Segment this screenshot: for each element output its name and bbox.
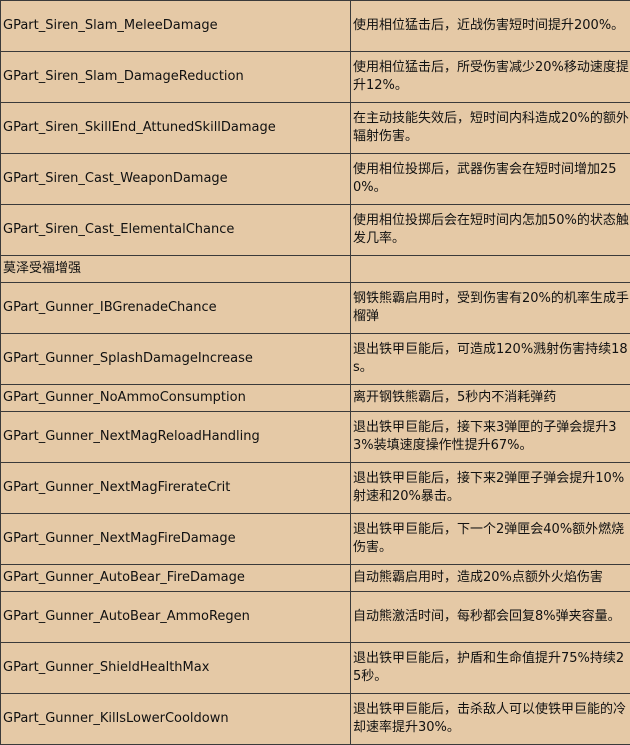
perk-description: 退出铁甲巨能后，接下来3弹匣的子弹会提升33%装填速度操作性提升67%。 — [351, 412, 630, 463]
perk-description: 退出铁甲巨能后，护盾和生命值提升75%持续25秒。 — [351, 643, 630, 694]
table-row: GPart_Gunner_AutoBear_FireDamage 自动熊霸启用时… — [1, 565, 630, 592]
perk-description: 离开钢铁熊霸后，5秒内不消耗弹药 — [351, 385, 630, 412]
perk-description: 退出铁甲巨能后，击杀敌人可以使铁甲巨能的冷却速率提升30%。 — [351, 694, 630, 745]
section-title: 莫泽受福增强 — [1, 256, 351, 283]
perk-key: GPart_Gunner_NextMagFireDamage — [1, 514, 351, 565]
table-row: GPart_Gunner_ShieldHealthMax 退出铁甲巨能后，护盾和… — [1, 643, 630, 694]
table-row: GPart_Siren_Cast_ElementalChance 使用相位投掷后… — [1, 205, 630, 256]
perk-key: GPart_Gunner_KillsLowerCooldown — [1, 694, 351, 745]
perk-key: GPart_Gunner_NextMagFirerateCrit — [1, 463, 351, 514]
table-row: GPart_Siren_Slam_MeleeDamage 使用相位猛击后，近战伤… — [1, 1, 630, 52]
perk-description: 使用相位投掷后会在短时间内怎加50%的状态触发几率。 — [351, 205, 630, 256]
perk-key: GPart_Gunner_SplashDamageIncrease — [1, 334, 351, 385]
perk-key: GPart_Siren_SkillEnd_AttunedSkillDamage — [1, 103, 351, 154]
perk-description: 使用相位投掷后，武器伤害会在短时间增加250%。 — [351, 154, 630, 205]
perk-description: 退出铁甲巨能后，下一个2弹匣会40%额外燃烧伤害。 — [351, 514, 630, 565]
perk-description: 在主动技能失效后，短时间内科造成20%的额外辐射伤害。 — [351, 103, 630, 154]
section-header-row: 莫泽受福增强 — [1, 256, 630, 283]
perk-key: GPart_Gunner_AutoBear_AmmoRegen — [1, 592, 351, 643]
perk-key: GPart_Siren_Slam_DamageReduction — [1, 52, 351, 103]
perk-key: GPart_Gunner_ShieldHealthMax — [1, 643, 351, 694]
table-row: GPart_Gunner_NextMagFirerateCrit 退出铁甲巨能后… — [1, 463, 630, 514]
table-row: GPart_Siren_Cast_WeaponDamage 使用相位投掷后，武器… — [1, 154, 630, 205]
perk-key: GPart_Gunner_NextMagReloadHandling — [1, 412, 351, 463]
perk-table: GPart_Siren_Slam_MeleeDamage 使用相位猛击后，近战伤… — [0, 0, 630, 745]
perk-key: GPart_Siren_Cast_ElementalChance — [1, 205, 351, 256]
perk-description: 钢铁熊霸启用时，受到伤害有20%的机率生成手榴弹 — [351, 283, 630, 334]
perk-description: 自动熊激活时间，每秒都会回复8%弹夹容量。 — [351, 592, 630, 643]
table-row: GPart_Gunner_NextMagReloadHandling 退出铁甲巨… — [1, 412, 630, 463]
table-row: GPart_Siren_Slam_DamageReduction 使用相位猛击后… — [1, 52, 630, 103]
table-row: GPart_Siren_SkillEnd_AttunedSkillDamage … — [1, 103, 630, 154]
perk-key: GPart_Siren_Cast_WeaponDamage — [1, 154, 351, 205]
table-row: GPart_Gunner_AutoBear_AmmoRegen 自动熊激活时间，… — [1, 592, 630, 643]
table-row: GPart_Gunner_NoAmmoConsumption 离开钢铁熊霸后，5… — [1, 385, 630, 412]
perk-description: 自动熊霸启用时，造成20%点额外火焰伤害 — [351, 565, 630, 592]
perk-description: 退出铁甲巨能后，可造成120%溅射伤害持续18s。 — [351, 334, 630, 385]
perk-description: 使用相位猛击后，所受伤害减少20%移动速度提升12%。 — [351, 52, 630, 103]
perk-description: 退出铁甲巨能后，接下来2弹匣子弹会提升10%射速和20%暴击。 — [351, 463, 630, 514]
table-row: GPart_Gunner_KillsLowerCooldown 退出铁甲巨能后，… — [1, 694, 630, 745]
perk-description: 使用相位猛击后，近战伤害短时间提升200%。 — [351, 1, 630, 52]
table-row: GPart_Gunner_IBGrenadeChance 钢铁熊霸启用时，受到伤… — [1, 283, 630, 334]
table-row: GPart_Gunner_NextMagFireDamage 退出铁甲巨能后，下… — [1, 514, 630, 565]
perk-key: GPart_Siren_Slam_MeleeDamage — [1, 1, 351, 52]
perk-description — [351, 256, 630, 283]
perk-key: GPart_Gunner_IBGrenadeChance — [1, 283, 351, 334]
table-row: GPart_Gunner_SplashDamageIncrease 退出铁甲巨能… — [1, 334, 630, 385]
perk-key: GPart_Gunner_NoAmmoConsumption — [1, 385, 351, 412]
perk-key: GPart_Gunner_AutoBear_FireDamage — [1, 565, 351, 592]
